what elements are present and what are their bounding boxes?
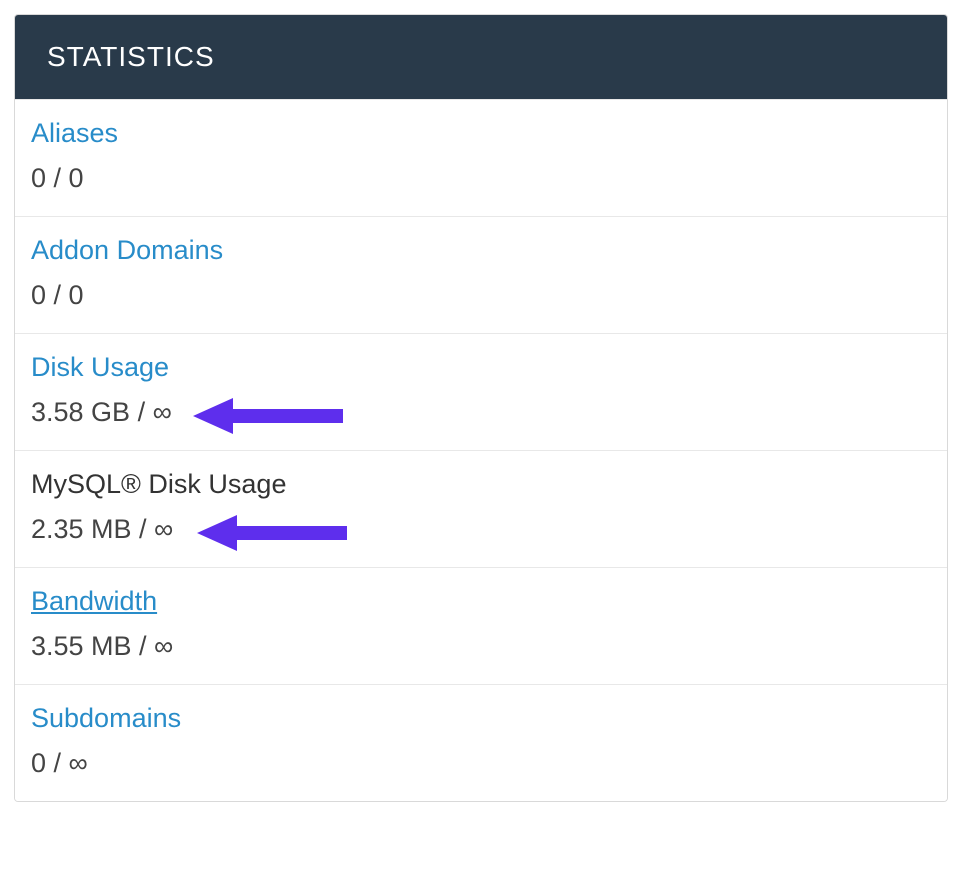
addon-domains-value: 0 / 0 bbox=[31, 280, 84, 311]
stat-addon-domains: Addon Domains 0 / 0 bbox=[15, 216, 947, 333]
stat-disk-usage: Disk Usage 3.58 GB / ∞ bbox=[15, 333, 947, 450]
stat-mysql-disk-usage: MySQL® Disk Usage 2.35 MB / ∞ bbox=[15, 450, 947, 567]
stat-bandwidth: Bandwidth 3.55 MB / ∞ bbox=[15, 567, 947, 684]
mysql-disk-usage-value: 2.35 MB / ∞ bbox=[31, 514, 173, 545]
disk-usage-link[interactable]: Disk Usage bbox=[31, 352, 169, 383]
addon-domains-link[interactable]: Addon Domains bbox=[31, 235, 223, 266]
bandwidth-value: 3.55 MB / ∞ bbox=[31, 631, 173, 662]
aliases-value: 0 / 0 bbox=[31, 163, 84, 194]
statistics-panel: STATISTICS Aliases 0 / 0 Addon Domains 0… bbox=[14, 14, 948, 802]
subdomains-value: 0 / ∞ bbox=[31, 748, 88, 779]
bandwidth-link[interactable]: Bandwidth bbox=[31, 586, 157, 617]
subdomains-link[interactable]: Subdomains bbox=[31, 703, 181, 734]
arrow-left-icon bbox=[193, 396, 353, 436]
disk-usage-value: 3.58 GB / ∞ bbox=[31, 397, 172, 428]
stat-aliases: Aliases 0 / 0 bbox=[15, 99, 947, 216]
panel-title: STATISTICS bbox=[15, 15, 947, 99]
mysql-disk-usage-label: MySQL® Disk Usage bbox=[31, 469, 286, 500]
aliases-link[interactable]: Aliases bbox=[31, 118, 118, 149]
arrow-left-icon bbox=[197, 513, 357, 553]
stat-subdomains: Subdomains 0 / ∞ bbox=[15, 684, 947, 801]
